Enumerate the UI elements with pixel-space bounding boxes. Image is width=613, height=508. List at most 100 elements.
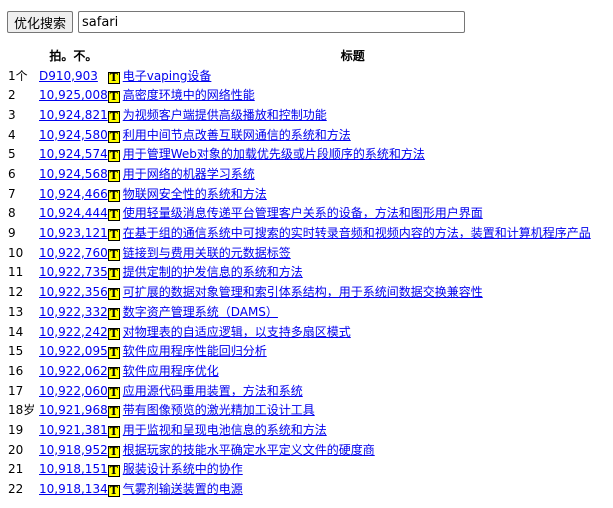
patent-number-link[interactable]: 10,922,242 <box>39 325 108 339</box>
patent-number-link[interactable]: 10,924,574 <box>39 147 108 161</box>
search-input[interactable] <box>78 11 466 33</box>
patent-title-link[interactable]: 软件应用程序优化 <box>123 364 219 378</box>
text-document-icon: T <box>107 70 120 84</box>
patent-number-cell: 10,922,760 <box>39 244 108 264</box>
row-number: 2 <box>8 88 16 103</box>
table-row: 3 10,924,821 T 为视频客户端提供高级播放和控制功能 <box>8 106 598 126</box>
row-number: 10 <box>8 245 24 260</box>
title-cell: T 气雾剂输送装置的电源 <box>107 480 598 500</box>
patent-number-cell: 10,918,952 <box>39 441 108 461</box>
results-body: 1个 D910,903 T 电子vaping设备 2 10,925,008 T 高密度环境中的… <box>8 67 598 500</box>
patent-number-link[interactable]: 10,918,151 <box>39 462 108 476</box>
patent-number-link[interactable]: 10,921,381 <box>39 423 108 437</box>
patent-number-cell: 10,922,332 <box>39 303 108 323</box>
row-number: 13 <box>8 304 24 319</box>
patent-title-link[interactable]: 物联网安全性的系统和方法 <box>123 187 267 201</box>
patent-number-link[interactable]: 10,922,332 <box>39 305 108 319</box>
row-number: 19 <box>8 422 24 437</box>
title-cell: T 根据玩家的技能水平确定水平定义文件的硬度商 <box>107 441 598 461</box>
patent-title-link[interactable]: 用于监视和呈现电池信息的系统和方法 <box>123 423 327 437</box>
patent-title-link[interactable]: 气雾剂输送装置的电源 <box>123 482 243 496</box>
header-title: 标题 <box>340 49 365 63</box>
table-row: 2 10,925,008 T 高密度环境中的网络性能 <box>8 86 598 106</box>
text-document-icon: T <box>107 385 120 399</box>
table-row: 17 10,922,060 T 应用源代码重用装置，方法和系统 <box>8 382 598 402</box>
patent-number-link[interactable]: 10,924,580 <box>39 128 108 142</box>
patent-number-cell: D910,903 <box>39 67 108 87</box>
patent-title-link[interactable]: 利用中间节点改善互联网通信的系统和方法 <box>123 128 351 142</box>
patent-number-cell: 10,924,821 <box>39 106 108 126</box>
patent-number-link[interactable]: 10,923,121 <box>39 226 108 240</box>
refine-search-button[interactable]: 优化搜索 <box>7 11 74 33</box>
text-document-icon: T <box>107 169 120 183</box>
title-cell: T 用于监视和呈现电池信息的系统和方法 <box>107 421 598 441</box>
table-row: 7 10,924,466 T 物联网安全性的系统和方法 <box>8 185 598 205</box>
table-row: 19 10,921,381 T 用于监视和呈现电池信息的系统和方法 <box>8 421 598 441</box>
patent-number-link[interactable]: 10,922,062 <box>39 364 108 378</box>
row-number: 20 <box>8 442 24 457</box>
patent-number-link[interactable]: 10,924,466 <box>39 187 108 201</box>
patent-title-link[interactable]: 应用源代码重用装置，方法和系统 <box>123 384 303 398</box>
patent-number-cell: 10,924,568 <box>39 165 108 185</box>
title-cell: T 在基于组的通信系统中可搜索的实时转录音频和视频内容的方法，装置和计算机程序产品 <box>107 224 598 244</box>
patent-number-link[interactable]: 10,918,134 <box>39 482 108 496</box>
patent-title-link[interactable]: 高密度环境中的网络性能 <box>123 88 255 102</box>
title-cell: T 使用轻量级消息传递平台管理客户关系的设备，方法和图形用户界面 <box>107 204 598 224</box>
title-cell: T 链接到与费用关联的元数据标签 <box>107 244 598 264</box>
patent-number-link[interactable]: 10,924,568 <box>39 167 108 181</box>
text-document-icon: T <box>107 365 120 379</box>
patent-number-link[interactable]: 10,918,952 <box>39 443 108 457</box>
results-table: 拍。不。 标题 1个 D910,903 T 电子vaping设备 2 10,925,008… <box>8 47 598 500</box>
patent-title-link[interactable]: 带有图像预览的激光精加工设计工具 <box>123 403 315 417</box>
patent-number-link[interactable]: D910,903 <box>39 69 98 83</box>
patent-number-link[interactable]: 10,924,444 <box>39 206 108 220</box>
text-document-icon: T <box>107 109 120 123</box>
patent-title-link[interactable]: 电子vaping设备 <box>123 69 212 83</box>
patent-title-link[interactable]: 对物理表的自适应逻辑，以支持多扇区模式 <box>123 325 351 339</box>
table-row: 22 10,918,134 T 气雾剂输送装置的电源 <box>8 480 598 500</box>
patent-title-link[interactable]: 数字资产管理系统（DAMS） <box>123 305 278 319</box>
patent-title-link[interactable]: 可扩展的数据对象管理和索引体系结构，用于系统间数据交换兼容性 <box>123 285 483 299</box>
patent-title-link[interactable]: 链接到与费用关联的元数据标签 <box>123 246 291 260</box>
title-cell: T 物联网安全性的系统和方法 <box>107 185 598 205</box>
patent-number-cell: 10,922,735 <box>39 263 108 283</box>
patent-number-link[interactable]: 10,921,968 <box>39 403 108 417</box>
title-cell: T 提供定制的护发信息的系统和方法 <box>107 263 598 283</box>
patent-number-link[interactable]: 10,922,760 <box>39 246 108 260</box>
patent-number-link[interactable]: 10,922,735 <box>39 265 108 279</box>
table-row: 12 10,922,356 T 可扩展的数据对象管理和索引体系结构，用于系统间数据交换… <box>8 283 598 303</box>
table-row: 9 10,923,121 T 在基于组的通信系统中可搜索的实时转录音频和视频内容的方法… <box>8 224 598 244</box>
patent-title-link[interactable]: 根据玩家的技能水平确定水平定义文件的硬度商 <box>123 443 375 457</box>
table-header-row: 拍。不。 标题 <box>8 47 598 67</box>
patent-number-link[interactable]: 10,922,060 <box>39 384 108 398</box>
title-cell: T 软件应用程序性能回归分析 <box>107 342 598 362</box>
table-row: 14 10,922,242 T 对物理表的自适应逻辑，以支持多扇区模式 <box>8 322 598 342</box>
patent-title-link[interactable]: 为视频客户端提供高级播放和控制功能 <box>123 108 327 122</box>
table-row: 5 10,924,574 T 用于管理Web对象的加载优先级或片段顺序的系统和方法 <box>8 145 598 165</box>
text-document-icon: T <box>107 464 120 478</box>
patent-title-link[interactable]: 用于管理Web对象的加载优先级或片段顺序的系统和方法 <box>123 147 425 161</box>
patent-title-link[interactable]: 软件应用程序性能回归分析 <box>123 344 267 358</box>
row-number: 6 <box>8 167 16 182</box>
patent-number-link[interactable]: 10,924,821 <box>39 108 108 122</box>
row-number: 12 <box>8 285 24 300</box>
row-number: 21 <box>8 462 24 477</box>
patent-title-link[interactable]: 在基于组的通信系统中可搜索的实时转录音频和视频内容的方法，装置和计算机程序产品 <box>123 226 591 240</box>
patent-number-link[interactable]: 10,922,356 <box>39 285 108 299</box>
text-document-icon: T <box>107 424 120 438</box>
row-number: 17 <box>8 383 24 398</box>
text-document-icon: T <box>107 306 120 320</box>
patent-number-cell: 10,923,121 <box>39 224 108 244</box>
patent-number-cell: 10,924,444 <box>39 204 108 224</box>
row-number: 1个 <box>8 68 28 83</box>
patent-title-link[interactable]: 提供定制的护发信息的系统和方法 <box>123 265 303 279</box>
title-cell: T 应用源代码重用装置，方法和系统 <box>107 382 598 402</box>
patent-number-link[interactable]: 10,925,008 <box>39 88 108 102</box>
patent-title-link[interactable]: 服装设计系统中的协作 <box>123 462 243 476</box>
patent-title-link[interactable]: 用于网络的机器学习系统 <box>123 167 255 181</box>
patent-title-link[interactable]: 使用轻量级消息传递平台管理客户关系的设备，方法和图形用户界面 <box>123 206 483 220</box>
title-cell: T 可扩展的数据对象管理和索引体系结构，用于系统间数据交换兼容性 <box>107 283 598 303</box>
patent-number-cell: 10,924,574 <box>39 145 108 165</box>
table-row: 21 10,918,151 T 服装设计系统中的协作 <box>8 460 598 480</box>
patent-number-link[interactable]: 10,922,095 <box>39 344 108 358</box>
